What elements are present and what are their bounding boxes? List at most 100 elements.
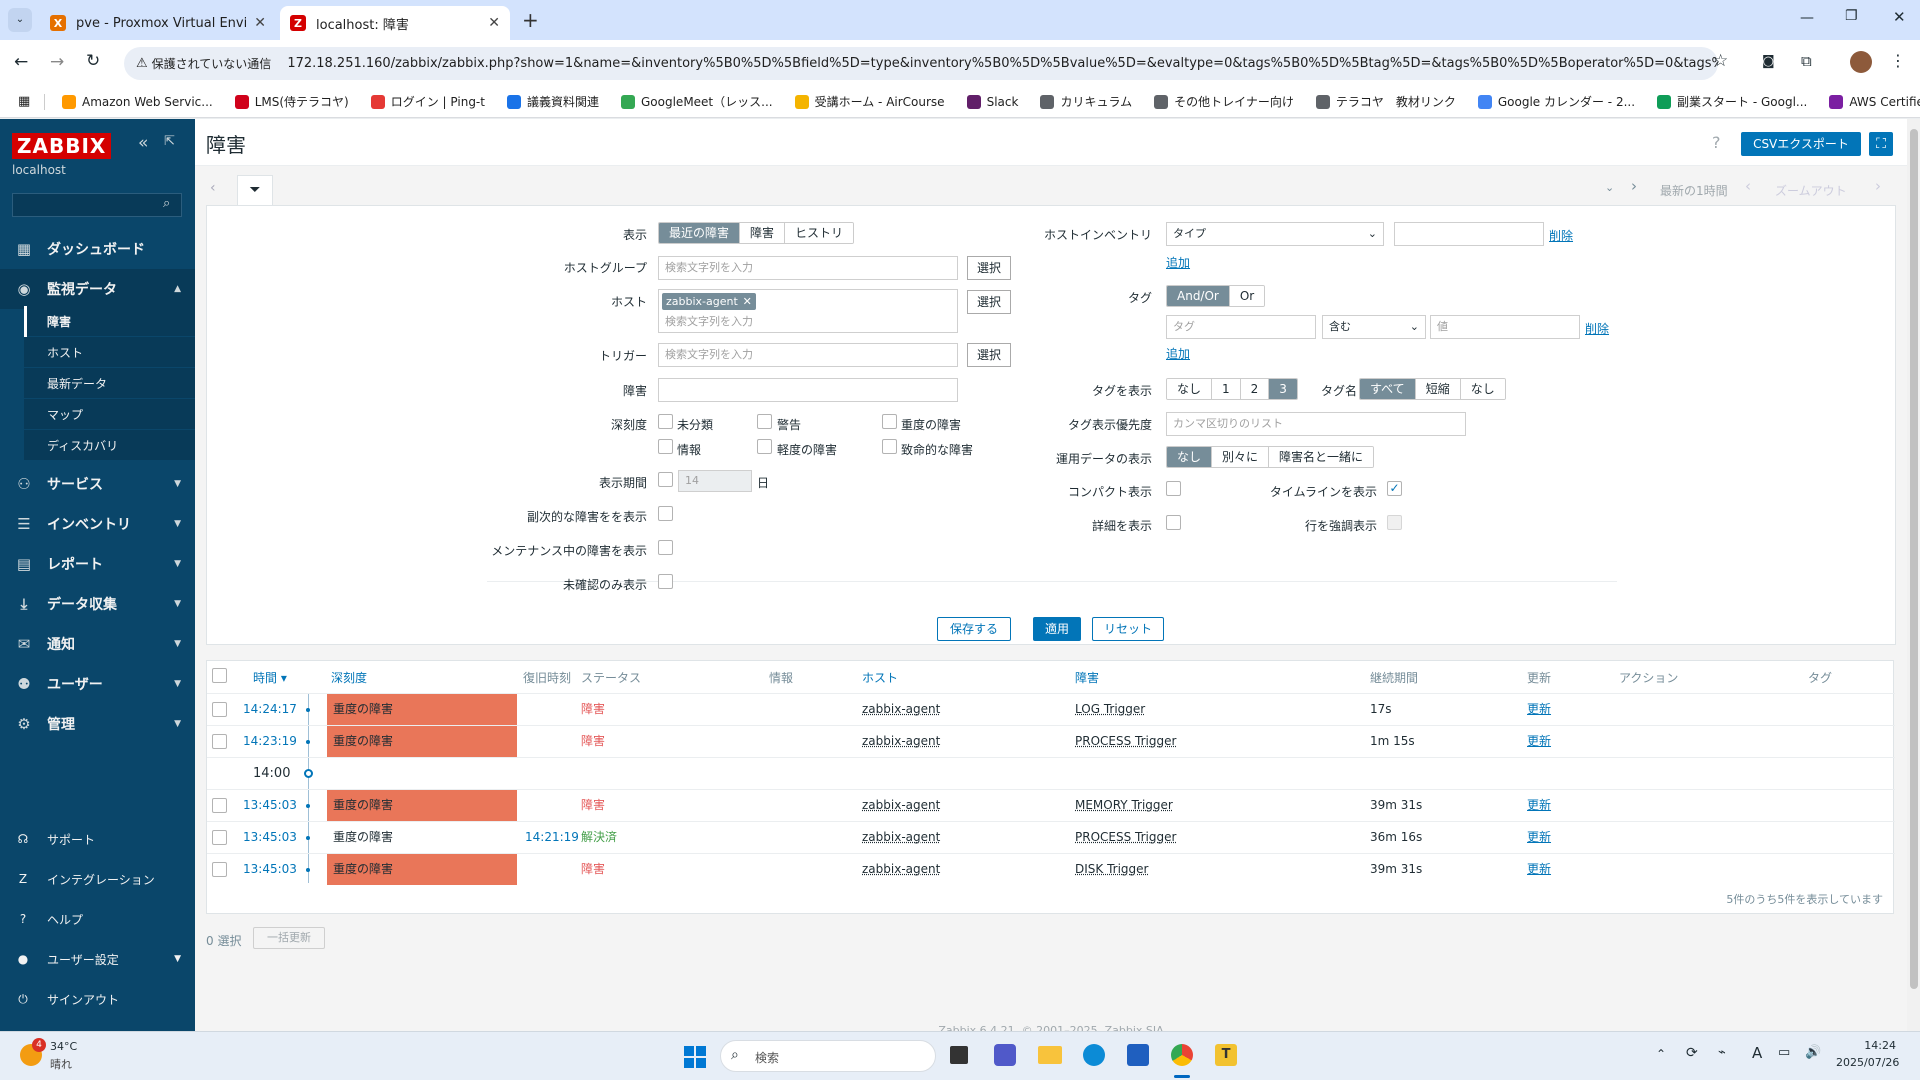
volume-icon[interactable]: 🔊 xyxy=(1805,1045,1821,1060)
opdata-with-problem[interactable]: 障害名と一緒に xyxy=(1269,447,1374,467)
weather-widget[interactable]: 4 34°C 晴れ xyxy=(20,1038,140,1074)
search-icon[interactable]: ⌕ xyxy=(163,196,170,211)
reset-filter-button[interactable]: リセット xyxy=(1092,617,1164,641)
zoom-out-button[interactable]: ズームアウト xyxy=(1775,182,1847,199)
col-problem[interactable]: 障害 xyxy=(1075,669,1099,686)
bookmark-item[interactable]: 副業スタート - Googl... xyxy=(1657,93,1807,110)
chevron-left-icon[interactable]: ‹ xyxy=(1745,177,1751,195)
show-history[interactable]: ヒストリ xyxy=(785,223,854,243)
scrollbar[interactable] xyxy=(1907,119,1920,1031)
app-t-icon[interactable]: T xyxy=(1215,1044,1237,1066)
sidebar-item-users[interactable]: ⚉ ユーザー ▼ xyxy=(0,664,195,704)
mass-update-button[interactable]: 一括更新 xyxy=(253,927,325,949)
problem-link[interactable]: PROCESS Trigger xyxy=(1075,822,1176,853)
clock-time[interactable]: 14:24 xyxy=(1840,1039,1896,1052)
inventory-add-link[interactable]: 追加 xyxy=(1166,254,1190,271)
tag-operator-select[interactable]: 含む ⌄ xyxy=(1322,315,1426,339)
sidebar-support[interactable]: ☊ サポート xyxy=(0,820,195,858)
extensions-icon[interactable]: ⧉ xyxy=(1801,52,1812,70)
tag-name-none[interactable]: なし xyxy=(1460,379,1505,399)
file-explorer-icon[interactable] xyxy=(1038,1046,1062,1064)
trigger-input[interactable]: 検索文字列を入力 xyxy=(658,343,958,367)
opdata-none[interactable]: なし xyxy=(1167,447,1213,467)
chevron-left-icon[interactable]: ‹ xyxy=(210,180,216,196)
help-icon[interactable]: ? xyxy=(1712,133,1721,152)
bookmark-item[interactable]: LMS(侍テラコヤ) xyxy=(234,93,349,110)
update-link[interactable]: 更新 xyxy=(1527,854,1551,885)
problem-time-link[interactable]: 13:45:03 xyxy=(243,854,297,885)
sidebar-item-reports[interactable]: ▤ レポート ▼ xyxy=(0,544,195,584)
severity-not-classified-checkbox[interactable] xyxy=(658,414,673,429)
sidebar-item-monitoring[interactable]: ◉ 監視データ ▲ xyxy=(0,269,195,309)
tab-proxmox[interactable]: X pve - Proxmox Virtual Environm ✕ xyxy=(40,6,276,40)
details-checkbox[interactable] xyxy=(1166,515,1181,530)
submenu-hosts[interactable]: ホスト xyxy=(24,337,195,368)
show-recent-problems[interactable]: 最近の障害 xyxy=(659,223,741,243)
sync-icon[interactable]: ⟳ xyxy=(1686,1045,1698,1061)
profile-avatar[interactable] xyxy=(1850,51,1872,73)
tag-add-link[interactable]: 追加 xyxy=(1166,345,1190,362)
timebar-range[interactable]: 最新の1時間 xyxy=(1660,182,1728,199)
severity-information-checkbox[interactable] xyxy=(658,439,673,454)
submenu-discovery[interactable]: ディスカバリ xyxy=(24,430,195,461)
close-icon[interactable]: ✕ xyxy=(254,15,266,31)
edge-icon[interactable] xyxy=(1083,1044,1105,1066)
problem-input[interactable] xyxy=(658,378,958,402)
teams-icon[interactable] xyxy=(994,1044,1016,1066)
severity-average-checkbox[interactable] xyxy=(757,439,772,454)
sidebar-item-dashboard[interactable]: ▦ ダッシュボード xyxy=(0,229,195,269)
sidebar-user-settings[interactable]: ● ユーザー設定 ▼ xyxy=(0,940,195,978)
bookmark-item[interactable]: Slack xyxy=(966,93,1018,110)
sidebar-item-services[interactable]: ⚇ サービス ▼ xyxy=(0,464,195,504)
submenu-latest-data[interactable]: 最新データ xyxy=(24,368,195,399)
tag-name-short[interactable]: 短縮 xyxy=(1415,379,1461,399)
bookmark-item[interactable]: AWS Certified Cloud... xyxy=(1829,93,1920,110)
display-icon[interactable]: ▭ xyxy=(1778,1045,1790,1060)
clock-date[interactable]: 2025/07/26 xyxy=(1836,1056,1899,1069)
new-tab-button[interactable]: + xyxy=(522,8,539,32)
col-host[interactable]: ホスト xyxy=(862,669,898,686)
bookmark-item[interactable]: 受講ホーム - AirCourse xyxy=(794,93,945,110)
collapse-sidebar-icon[interactable]: « xyxy=(138,133,148,153)
inventory-field-select[interactable]: タイプ ⌄ xyxy=(1166,222,1384,246)
severity-warning-checkbox[interactable] xyxy=(757,414,772,429)
host-link[interactable]: zabbix-agent xyxy=(862,790,940,821)
tab-filter[interactable]: ⏷ xyxy=(237,175,273,205)
sidebar-search-input[interactable] xyxy=(12,193,182,217)
age-input[interactable]: 14 xyxy=(678,470,752,492)
chevron-right-icon[interactable]: › xyxy=(1875,177,1881,195)
sidebar-item-administration[interactable]: ⚙ 管理 ▼ xyxy=(0,704,195,744)
tag-remove-link[interactable]: 削除 xyxy=(1585,320,1609,337)
show-tags-2[interactable]: 2 xyxy=(1240,379,1270,399)
network-icon[interactable]: ⌁ xyxy=(1718,1045,1726,1060)
select-all-checkbox[interactable] xyxy=(212,668,227,683)
opdata-separately[interactable]: 別々に xyxy=(1212,447,1270,467)
address-bar[interactable]: ⚠ 保護されていない通信 172.18.251.160/zabbix/zabbi… xyxy=(124,47,1718,80)
sidebar-item-inventory[interactable]: ☰ インベントリ ▼ xyxy=(0,504,195,544)
forward-icon[interactable]: → xyxy=(50,52,64,72)
tag-priority-input[interactable]: カンマ区切りのリスト xyxy=(1166,412,1466,436)
scrollbar-thumb[interactable] xyxy=(1910,129,1918,989)
reload-icon[interactable]: ↻ xyxy=(86,51,100,71)
host-multiselect[interactable]: zabbix-agent ✕ 検索文字列を入力 xyxy=(658,289,958,333)
show-tags-1[interactable]: 1 xyxy=(1212,379,1241,399)
submenu-problems[interactable]: 障害 xyxy=(24,306,195,337)
show-tags-3[interactable]: 3 xyxy=(1269,379,1297,399)
bookmark-item[interactable]: カリキュラム xyxy=(1040,93,1132,110)
age-checkbox[interactable] xyxy=(658,472,673,487)
host-select-button[interactable]: 選択 xyxy=(967,290,1012,314)
problem-link[interactable]: LOG Trigger xyxy=(1075,694,1145,725)
update-link[interactable]: 更新 xyxy=(1527,822,1551,853)
remove-chip-icon[interactable]: ✕ xyxy=(743,293,752,310)
back-icon[interactable]: ← xyxy=(14,52,28,72)
hostgroup-input[interactable]: 検索文字列を入力 xyxy=(658,256,958,280)
host-link[interactable]: zabbix-agent xyxy=(862,854,940,885)
update-link[interactable]: 更新 xyxy=(1527,726,1551,757)
row-checkbox[interactable] xyxy=(212,862,227,877)
store-icon[interactable] xyxy=(1127,1044,1149,1066)
restore-icon[interactable]: ❐ xyxy=(1845,8,1858,24)
show-tags-none[interactable]: なし xyxy=(1167,379,1213,399)
problem-time-link[interactable]: 14:24:17 xyxy=(243,694,297,725)
col-severity[interactable]: 深刻度 xyxy=(331,669,367,686)
bookmark-item[interactable]: Google カレンダー - 2... xyxy=(1477,93,1635,110)
